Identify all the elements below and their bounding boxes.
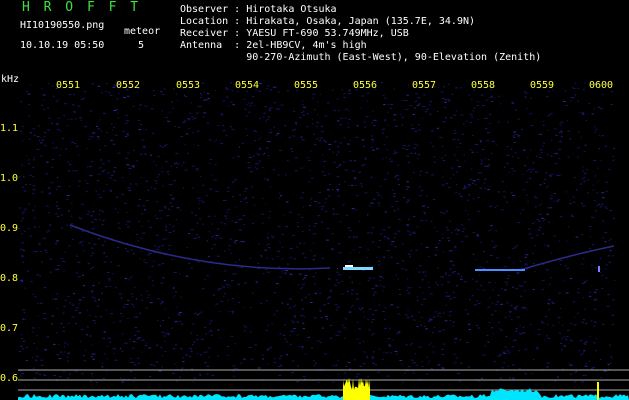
- receiver-line: Receiver : YAESU FT-690 53.749MHz, USB: [180, 28, 409, 39]
- meteor-echo: [343, 267, 373, 270]
- signal-burst: [597, 382, 599, 400]
- freq-tick: 0.9: [0, 223, 19, 234]
- faint-trail: [69, 224, 331, 270]
- meteor-echo: [345, 265, 353, 267]
- time-tick: 0600: [589, 80, 614, 91]
- file-name: HI10190550.png: [20, 20, 105, 31]
- freq-tick: 1.1: [0, 123, 19, 134]
- time-tick: 0557: [412, 80, 437, 91]
- freq-tick: 0.6: [0, 373, 19, 384]
- meteor-label: meteor: [124, 26, 161, 37]
- noise-field: [18, 82, 616, 383]
- meteor-echo: [598, 266, 600, 272]
- freq-tick: 0.7: [0, 323, 19, 334]
- location-line: Location : Hirakata, Osaka, Japan (135.7…: [180, 16, 476, 27]
- meteor-count: 5: [138, 40, 145, 51]
- antenna-detail-line: 90-270-Azimuth (East-West), 90-Elevation…: [180, 52, 542, 63]
- meteor-echo: [475, 269, 525, 271]
- time-tick: 0552: [116, 80, 141, 91]
- app-brand: H R O F F T: [22, 0, 142, 15]
- freq-tick: 1.0: [0, 173, 19, 184]
- freq-tick: 0.8: [0, 273, 19, 284]
- signal-burst: [343, 378, 370, 400]
- observer-line: Observer : Hirotaka Otsuka: [180, 4, 337, 15]
- time-tick: 0555: [294, 80, 319, 91]
- antenna-line: Antenna : 2el-HB9CV, 4m's high: [180, 40, 367, 51]
- date-time: 10.10.19 05:50: [20, 40, 105, 51]
- y-axis-unit: kHz: [1, 74, 20, 85]
- time-tick: 0554: [235, 80, 260, 91]
- time-tick: 0556: [353, 80, 378, 91]
- time-tick: 0553: [176, 80, 201, 91]
- time-tick: 0559: [530, 80, 555, 91]
- time-tick: 0551: [56, 80, 81, 91]
- time-tick: 0558: [471, 80, 496, 91]
